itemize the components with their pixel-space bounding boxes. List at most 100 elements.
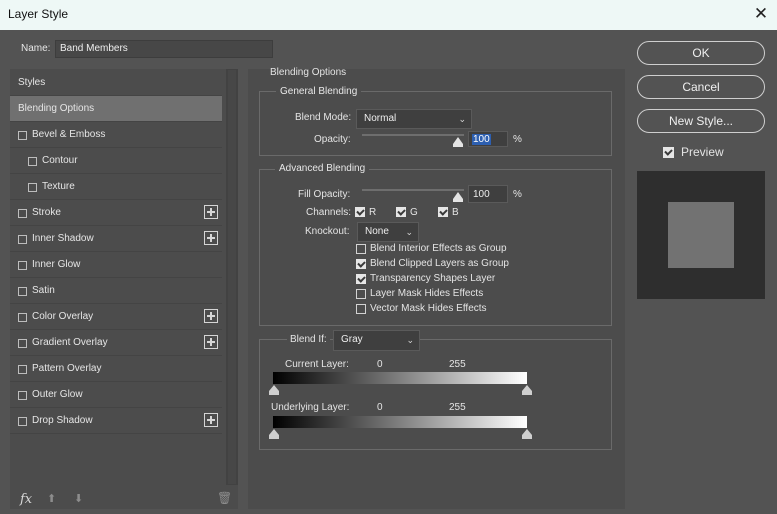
color-overlay-checkbox[interactable] bbox=[18, 313, 27, 322]
bevel-and-emboss-checkbox[interactable] bbox=[18, 131, 27, 140]
move-down-icon[interactable]: ⬇ bbox=[74, 492, 83, 505]
opacity-slider[interactable] bbox=[362, 134, 464, 136]
channel-g-label: G bbox=[410, 207, 418, 218]
vector-mask-hides-effects-checkbox[interactable] bbox=[356, 304, 366, 314]
style-item-pattern-overlay[interactable]: Pattern Overlay bbox=[10, 356, 222, 382]
texture-checkbox[interactable] bbox=[28, 183, 37, 192]
inner-glow-checkbox[interactable] bbox=[18, 261, 27, 270]
style-item-label: Pattern Overlay bbox=[32, 363, 102, 374]
add-inner-shadow-icon[interactable] bbox=[204, 231, 218, 245]
style-item-contour[interactable]: Contour bbox=[10, 148, 222, 174]
fill-opacity-field[interactable]: 100 bbox=[468, 185, 508, 203]
cancel-button[interactable]: Cancel bbox=[637, 75, 765, 99]
transparency-shapes-layer-checkbox[interactable] bbox=[356, 274, 366, 284]
advanced-blending-title: Advanced Blending bbox=[275, 163, 370, 174]
add-drop-shadow-icon[interactable] bbox=[204, 413, 218, 427]
knockout-dropdown[interactable]: None ⌄ bbox=[357, 222, 419, 242]
style-item-inner-shadow[interactable]: Inner Shadow bbox=[10, 226, 222, 252]
underlying-layer-white-handle[interactable] bbox=[522, 429, 532, 439]
style-item-outer-glow[interactable]: Outer Glow bbox=[10, 382, 222, 408]
blend-clipped-layers-as-group-checkbox[interactable] bbox=[356, 259, 366, 269]
underlying-layer-gradient bbox=[273, 416, 527, 428]
layer-mask-hides-effects-checkbox[interactable] bbox=[356, 289, 366, 299]
channel-b-checkbox[interactable] bbox=[438, 207, 448, 217]
inner-shadow-checkbox[interactable] bbox=[18, 235, 27, 244]
blend-mode-value: Normal bbox=[364, 113, 397, 124]
current-layer-white-handle[interactable] bbox=[522, 385, 532, 395]
underlying-layer-max: 255 bbox=[449, 402, 466, 413]
opacity-field[interactable]: 100 bbox=[468, 131, 508, 147]
style-item-label: Satin bbox=[32, 285, 55, 296]
vector-mask-hides-effects-label: Vector Mask Hides Effects bbox=[370, 303, 487, 314]
style-item-gradient-overlay[interactable]: Gradient Overlay bbox=[10, 330, 222, 356]
add-gradient-overlay-icon[interactable] bbox=[204, 335, 218, 349]
style-item-label: Gradient Overlay bbox=[32, 337, 108, 348]
outer-glow-checkbox[interactable] bbox=[18, 391, 27, 400]
channel-r-checkbox[interactable] bbox=[355, 207, 365, 217]
preview-checkbox[interactable] bbox=[663, 147, 674, 158]
blend-if-dropdown[interactable]: Gray ⌄ bbox=[333, 330, 420, 351]
style-item-blending-options[interactable]: Blending Options bbox=[10, 96, 222, 122]
move-up-icon[interactable]: ⬆ bbox=[47, 492, 56, 505]
stroke-checkbox[interactable] bbox=[18, 209, 27, 218]
trash-icon[interactable]: 🗑 bbox=[217, 491, 232, 505]
close-icon[interactable]: ✕ bbox=[752, 4, 770, 24]
ok-button[interactable]: OK bbox=[637, 41, 765, 65]
current-layer-black-handle[interactable] bbox=[269, 385, 279, 395]
fill-opacity-slider[interactable] bbox=[362, 189, 464, 191]
knockout-value: None bbox=[365, 226, 389, 237]
blend-interior-effects-as-group-label: Blend Interior Effects as Group bbox=[370, 243, 507, 254]
general-blending-title: General Blending bbox=[276, 86, 362, 97]
style-item-satin[interactable]: Satin bbox=[10, 278, 222, 304]
channel-b-label: B bbox=[452, 207, 459, 218]
fill-opacity-slider-handle[interactable] bbox=[453, 192, 463, 202]
pattern-overlay-checkbox[interactable] bbox=[18, 365, 27, 374]
contour-checkbox[interactable] bbox=[28, 157, 37, 166]
style-item-stroke[interactable]: Stroke bbox=[10, 200, 222, 226]
blend-if-group bbox=[259, 339, 612, 450]
underlying-layer-label: Underlying Layer: bbox=[271, 402, 350, 413]
style-item-inner-glow[interactable]: Inner Glow bbox=[10, 252, 222, 278]
add-color-overlay-icon[interactable] bbox=[204, 309, 218, 323]
fill-opacity-unit: % bbox=[513, 189, 522, 200]
fx-icon[interactable]: fx bbox=[20, 492, 32, 507]
blend-if-label: Blend If: bbox=[287, 334, 330, 345]
opacity-slider-handle[interactable] bbox=[453, 137, 463, 147]
new-style-button[interactable]: New Style... bbox=[637, 109, 765, 133]
knockout-label: Knockout: bbox=[305, 226, 350, 237]
style-item-texture[interactable]: Texture bbox=[10, 174, 222, 200]
channel-r-label: R bbox=[369, 207, 377, 218]
blend-clipped-layers-as-group-label: Blend Clipped Layers as Group bbox=[370, 258, 509, 269]
name-label: Name: bbox=[21, 43, 51, 54]
name-field[interactable]: Band Members bbox=[55, 40, 273, 58]
style-item-color-overlay[interactable]: Color Overlay bbox=[10, 304, 222, 330]
section-title: Blending Options bbox=[270, 67, 347, 78]
current-layer-label: Current Layer: bbox=[285, 359, 349, 370]
opacity-unit: % bbox=[513, 134, 522, 145]
style-item-label: Outer Glow bbox=[32, 389, 83, 400]
style-item-label: Stroke bbox=[32, 207, 61, 218]
style-item-label: Inner Shadow bbox=[32, 233, 94, 244]
style-item-drop-shadow[interactable]: Drop Shadow bbox=[10, 408, 222, 434]
channel-g-checkbox[interactable] bbox=[396, 207, 406, 217]
transparency-shapes-layer-label: Transparency Shapes Layer bbox=[370, 273, 496, 284]
opacity-value: 100 bbox=[472, 134, 491, 145]
satin-checkbox[interactable] bbox=[18, 287, 27, 296]
style-item-label: Inner Glow bbox=[32, 259, 81, 270]
style-item-styles[interactable]: Styles bbox=[10, 70, 222, 96]
blend-interior-effects-as-group-checkbox[interactable] bbox=[356, 244, 366, 254]
gradient-overlay-checkbox[interactable] bbox=[18, 339, 27, 348]
blend-if-value: Gray bbox=[341, 334, 363, 345]
opacity-label: Opacity: bbox=[314, 134, 351, 145]
chevron-down-icon: ⌄ bbox=[406, 335, 414, 345]
style-item-bevel-and-emboss[interactable]: Bevel & Emboss bbox=[10, 122, 222, 148]
current-layer-min: 0 bbox=[377, 359, 383, 370]
underlying-layer-black-handle[interactable] bbox=[269, 429, 279, 439]
blend-mode-dropdown[interactable]: Normal ⌄ bbox=[356, 109, 472, 129]
styles-scrollbar-thumb[interactable] bbox=[228, 70, 236, 484]
layer-mask-hides-effects-label: Layer Mask Hides Effects bbox=[370, 288, 484, 299]
drop-shadow-checkbox[interactable] bbox=[18, 417, 27, 426]
underlying-layer-min: 0 bbox=[377, 402, 383, 413]
add-stroke-icon[interactable] bbox=[204, 205, 218, 219]
style-item-label: Bevel & Emboss bbox=[32, 129, 106, 140]
